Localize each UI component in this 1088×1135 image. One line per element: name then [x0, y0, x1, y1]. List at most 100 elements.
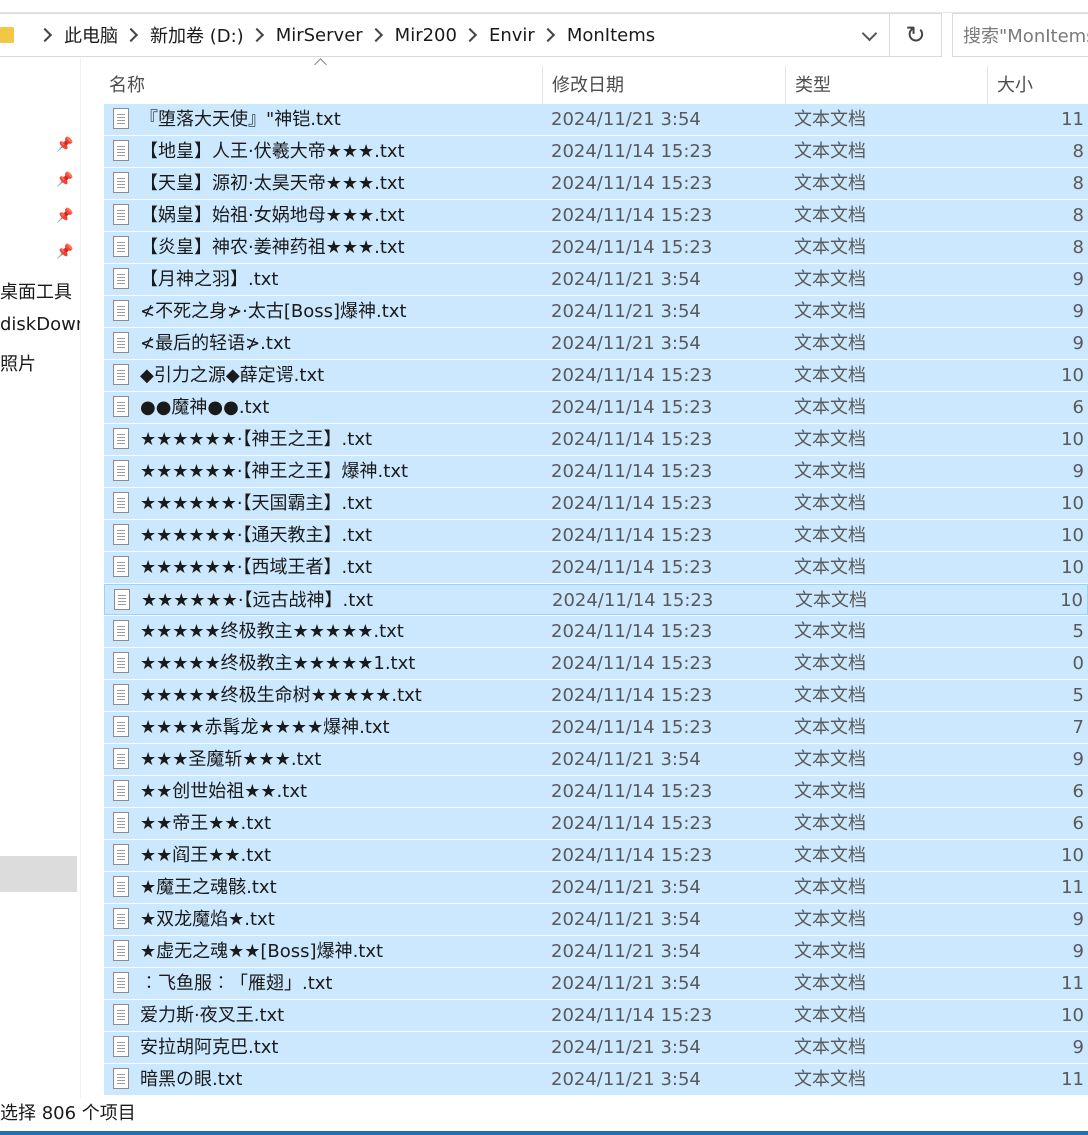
- file-row[interactable]: ◆引力之源◆薛定谔.txt 2024/11/14 15:23 文本文档 10: [104, 360, 1088, 391]
- file-size: 6: [1072, 781, 1084, 802]
- file-row[interactable]: ︰飞鱼服︰「雁翅」.txt 2024/11/21 3:54 文本文档 11: [104, 968, 1088, 999]
- file-date: 2024/11/21 3:54: [551, 1069, 701, 1090]
- file-type: 文本文档: [795, 590, 867, 611]
- file-row[interactable]: ★双龙魔焰★.txt 2024/11/21 3:54 文本文档 9: [104, 904, 1088, 935]
- pin-icon[interactable]: 📌: [56, 138, 73, 152]
- file-name: ≮不死之身≯·太古[Boss]爆神.txt: [140, 301, 407, 322]
- column-divider[interactable]: [542, 66, 543, 106]
- text-file-icon: [113, 844, 129, 865]
- column-size[interactable]: 大小: [992, 66, 1088, 106]
- text-file-icon: [113, 1036, 129, 1057]
- navigation-pane: 📌 📌 📌 📌 桌面工具 diskDown 照片: [0, 58, 81, 1098]
- file-type: 文本文档: [794, 461, 866, 482]
- file-row[interactable]: 【天皇】源初·太昊天帝★★★.txt 2024/11/14 15:23 文本文档 8: [104, 168, 1088, 199]
- file-row[interactable]: 爱力斯·夜叉王.txt 2024/11/14 15:23 文本文档 10: [104, 1000, 1088, 1031]
- file-row[interactable]: ★★帝王★★.txt 2024/11/14 15:23 文本文档 6: [104, 808, 1088, 839]
- file-date: 2024/11/14 15:23: [551, 237, 713, 258]
- column-name[interactable]: 名称: [104, 66, 542, 106]
- file-row[interactable]: ★★★★赤髯龙★★★★爆神.txt 2024/11/14 15:23 文本文档 7: [104, 712, 1088, 743]
- file-size: 10: [1061, 493, 1084, 514]
- breadcrumb-item[interactable]: Envir: [489, 25, 535, 46]
- file-row[interactable]: ●●魔神●●.txt 2024/11/14 15:23 文本文档 6: [104, 392, 1088, 423]
- chevron-right-icon[interactable]: [249, 27, 264, 43]
- file-row[interactable]: ★虚无之魂★★[Boss]爆神.txt 2024/11/21 3:54 文本文档 9: [104, 936, 1088, 967]
- file-name: ◆引力之源◆薛定谔.txt: [140, 365, 325, 386]
- file-row[interactable]: ★★★★★★·【神王之王】爆神.txt 2024/11/14 15:23 文本文档 9: [104, 456, 1088, 487]
- file-row[interactable]: ★★★★★★·【天国霸主】.txt 2024/11/14 15:23 文本文档 10: [104, 488, 1088, 519]
- text-file-icon: [113, 716, 129, 737]
- column-divider[interactable]: [987, 66, 988, 106]
- file-row[interactable]: ★★★★★终极生命树★★★★★.txt 2024/11/14 15:23 文本文档 5: [104, 680, 1088, 711]
- breadcrumb-item[interactable]: MonItems: [567, 25, 655, 46]
- nav-item-selected[interactable]: [0, 856, 77, 892]
- file-name: 【天皇】源初·太昊天帝★★★.txt: [140, 173, 405, 194]
- column-date[interactable]: 修改日期: [547, 66, 784, 106]
- text-file-icon: [113, 140, 129, 161]
- chevron-right-icon[interactable]: [123, 27, 139, 43]
- nav-item-desktop-tools[interactable]: 桌面工具: [0, 278, 80, 304]
- file-date: 2024/11/21 3:54: [551, 877, 701, 898]
- window-bottom-edge: [0, 1131, 1088, 1135]
- file-name: ★★创世始祖★★.txt: [140, 781, 308, 802]
- chevron-down-icon[interactable]: [861, 25, 878, 42]
- file-name: ★★★★★终极教主★★★★★.txt: [140, 621, 404, 642]
- nav-item-diskdown[interactable]: diskDown: [0, 314, 80, 335]
- column-type[interactable]: 类型: [790, 66, 987, 106]
- file-row[interactable]: ★★★★★★·【远古战神】.txt 2024/11/14 15:23 文本文档 10: [104, 584, 1088, 615]
- file-row[interactable]: ★★★圣魔斩★★★.txt 2024/11/21 3:54 文本文档 9: [104, 744, 1088, 775]
- chevron-right-icon[interactable]: [368, 27, 383, 43]
- file-row[interactable]: 【地皇】人王·伏羲大帝★★★.txt 2024/11/14 15:23 文本文档 8: [104, 136, 1088, 167]
- file-row[interactable]: ★★★★★终极教主★★★★★1.txt 2024/11/14 15:23 文本文档 0: [104, 648, 1088, 679]
- text-file-icon: [113, 684, 129, 705]
- window-top-strip: [0, 0, 1088, 13]
- column-divider[interactable]: [785, 66, 786, 106]
- file-row[interactable]: ★★★★★终极教主★★★★★.txt 2024/11/14 15:23 文本文档 5: [104, 616, 1088, 647]
- file-name: ★魔王之魂骸.txt: [140, 877, 277, 898]
- breadcrumb-item[interactable]: 新加卷 (D:): [150, 22, 244, 48]
- text-file-icon: [113, 236, 129, 257]
- breadcrumb-item[interactable]: Mir200: [395, 25, 457, 46]
- file-row[interactable]: ★★★★★★·【神王之王】.txt 2024/11/14 15:23 文本文档 10: [104, 424, 1088, 455]
- file-date: 2024/11/14 15:23: [551, 557, 713, 578]
- file-type: 文本文档: [794, 301, 866, 322]
- chevron-right-icon[interactable]: [462, 27, 478, 43]
- file-name: ★★★★★★·【神王之王】爆神.txt: [140, 461, 409, 482]
- chevron-right-icon[interactable]: [37, 27, 53, 43]
- breadcrumb-item[interactable]: 此电脑: [64, 22, 118, 48]
- file-name: 安拉胡阿克巴.txt: [140, 1037, 279, 1058]
- file-row[interactable]: ★★★★★★·【通天教主】.txt 2024/11/14 15:23 文本文档 10: [104, 520, 1088, 551]
- pin-icon[interactable]: 📌: [56, 209, 73, 223]
- file-row[interactable]: ★魔王之魂骸.txt 2024/11/21 3:54 文本文档 11: [104, 872, 1088, 903]
- file-row[interactable]: ★★★★★★·【西域王者】.txt 2024/11/14 15:23 文本文档 10: [104, 552, 1088, 583]
- file-size: 0: [1072, 653, 1084, 674]
- file-row[interactable]: 【炎皇】神农·姜神药祖★★★.txt 2024/11/14 15:23 文本文档 8: [104, 232, 1088, 263]
- breadcrumb-item[interactable]: MirServer: [276, 25, 363, 46]
- nav-item-photos[interactable]: 照片: [0, 350, 80, 376]
- text-file-icon: [113, 620, 129, 641]
- pin-icon[interactable]: 📌: [56, 173, 73, 187]
- file-name: 暗黑の眼.txt: [140, 1069, 243, 1090]
- file-row[interactable]: ★★创世始祖★★.txt 2024/11/14 15:23 文本文档 6: [104, 776, 1088, 807]
- file-row[interactable]: ≮不死之身≯·太古[Boss]爆神.txt 2024/11/21 3:54 文本文档…: [104, 296, 1088, 327]
- file-name: ≮最后的轻语≯.txt: [140, 333, 291, 354]
- file-name: 【月神之羽】.txt: [140, 269, 279, 290]
- chevron-right-icon[interactable]: [540, 27, 555, 43]
- file-row[interactable]: ≮最后的轻语≯.txt 2024/11/21 3:54 文本文档 9: [104, 328, 1088, 359]
- file-date: 2024/11/14 15:23: [551, 621, 713, 642]
- file-row[interactable]: 【娲皇】始祖·女娲地母★★★.txt 2024/11/14 15:23 文本文档 8: [104, 200, 1088, 231]
- file-date: 2024/11/14 15:23: [551, 397, 713, 418]
- file-row[interactable]: 『堕落大天使』"神铠.txt 2024/11/21 3:54 文本文档 11: [104, 104, 1088, 135]
- file-name: ★★★★★★·【西域王者】.txt: [140, 557, 373, 578]
- file-row[interactable]: 安拉胡阿克巴.txt 2024/11/21 3:54 文本文档 9: [104, 1032, 1088, 1063]
- refresh-button[interactable]: ↻: [890, 13, 942, 57]
- file-name: ★★★★★★·【天国霸主】.txt: [140, 493, 373, 514]
- search-input[interactable]: 搜索"MonItems": [952, 13, 1088, 57]
- file-row[interactable]: ★★阎王★★.txt 2024/11/14 15:23 文本文档 10: [104, 840, 1088, 871]
- pin-icon[interactable]: 📌: [56, 245, 73, 259]
- file-date: 2024/11/14 15:23: [551, 845, 713, 866]
- file-name: 【娲皇】始祖·女娲地母★★★.txt: [140, 205, 405, 226]
- file-type: 文本文档: [794, 429, 866, 450]
- file-row[interactable]: 【月神之羽】.txt 2024/11/21 3:54 文本文档 9: [104, 264, 1088, 295]
- file-row[interactable]: 暗黑の眼.txt 2024/11/21 3:54 文本文档 11: [104, 1064, 1088, 1095]
- address-bar[interactable]: 此电脑 新加卷 (D:) MirServer Mir200 Envir MonItems: [0, 13, 890, 57]
